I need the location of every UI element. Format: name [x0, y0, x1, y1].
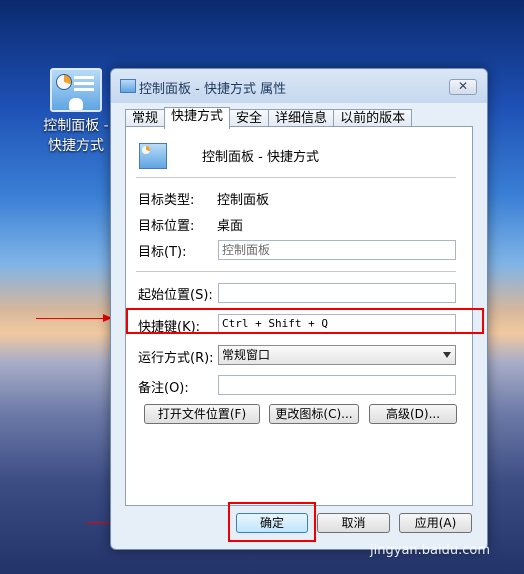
cancel-button[interactable]: 取消: [317, 513, 390, 533]
chevron-down-icon: [443, 352, 451, 358]
run-select[interactable]: 常规窗口: [218, 345, 456, 365]
desktop-shortcut-control-panel[interactable]: 控制面板 - 快捷方式: [36, 68, 116, 156]
highlight-ok-button: [228, 502, 316, 542]
target-location-value: 桌面: [217, 219, 244, 234]
watermark: jingyan.baidu.com: [370, 543, 490, 558]
start-in-label: 起始位置(S):: [138, 288, 213, 303]
control-panel-icon: [120, 79, 136, 93]
comment-field[interactable]: [218, 375, 456, 395]
close-button[interactable]: ✕: [449, 79, 477, 95]
run-select-value: 常规窗口: [222, 348, 271, 362]
target-type-label: 目标类型:: [138, 193, 195, 208]
shortcut-name: 控制面板 - 快捷方式: [202, 150, 319, 165]
title-bar[interactable]: 控制面板 - 快捷方式 属性 ✕: [111, 69, 487, 103]
control-panel-icon: [139, 143, 167, 169]
dialog-title: 控制面板 - 快捷方式 属性: [139, 82, 287, 97]
run-label: 运行方式(R):: [138, 351, 214, 366]
divider: [136, 271, 456, 272]
control-panel-icon: [50, 68, 102, 112]
change-icon-button[interactable]: 更改图标(C)...: [269, 404, 359, 424]
open-file-location-button[interactable]: 打开文件位置(F): [144, 404, 260, 424]
tab-bar: 常规 快捷方式 安全 详细信息 以前的版本: [125, 107, 413, 129]
start-in-field[interactable]: [218, 283, 456, 303]
desktop-shortcut-label-1: 控制面板 -: [43, 118, 109, 134]
highlight-shortcut-key: [126, 308, 484, 334]
target-location-label: 目标位置:: [138, 219, 195, 234]
target-type-value: 控制面板: [217, 193, 270, 208]
divider: [136, 177, 456, 178]
apply-button[interactable]: 应用(A): [399, 513, 472, 533]
comment-label: 备注(O):: [138, 381, 189, 396]
target-label: 目标(T):: [138, 245, 187, 260]
target-field[interactable]: 控制面板: [218, 240, 456, 260]
advanced-button[interactable]: 高级(D)...: [369, 404, 457, 424]
desktop-shortcut-label-2: 快捷方式: [48, 138, 104, 154]
tab-shortcut[interactable]: 快捷方式: [164, 107, 231, 129]
annotation-arrow-shortcut-key: [36, 314, 112, 322]
